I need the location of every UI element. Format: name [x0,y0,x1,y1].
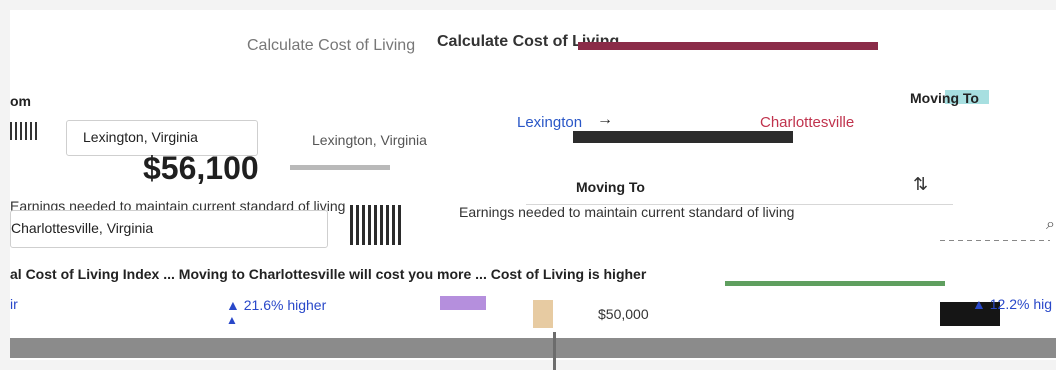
moving-from-label: om [10,93,31,109]
earnings-note-center: Earnings needed to maintain current stan… [459,204,795,220]
tan-fragment [533,300,553,328]
blue-left-fragment: ir [10,296,18,312]
dashed-divider [940,240,1050,241]
title-underline [578,42,878,50]
route-arrow-icon: → [597,111,613,128]
moving-to-value: Charlottesville, Virginia [11,220,154,236]
moving-from-value: Lexington, Virginia [83,129,198,145]
page-title-ghost: Calculate Cost of Living [247,37,416,54]
route-origin-link[interactable]: Lexington [517,114,582,131]
moving-to-label: Moving To [576,179,645,195]
percent-difference-right: ▲ 12.2% hig [972,296,1053,312]
search-icon[interactable]: ⌕ [1046,216,1055,234]
purple-fragment [440,296,486,310]
bottom-bar [10,338,1056,358]
moving-to-tab[interactable]: Moving To [910,90,979,106]
bottom-divider [553,332,556,370]
stats-underline [725,281,945,286]
small-salary-value: $50,000 [598,306,649,322]
required-salary: $56,100 [143,150,259,186]
percent-difference-left: ▲ 21.6% higher [226,297,327,313]
swap-vertical-icon[interactable]: ⇅ [913,174,928,195]
moving-from-ghost-value: Lexington, Virginia [312,132,427,148]
route-progress-strip [573,131,793,143]
percent-difference-left-secondary: ▲ [226,313,238,327]
moving-to-input[interactable]: Charlottesville, Virginia [10,210,328,248]
salary-ghost-bar [290,165,390,170]
cost-comparison-row: al Cost of Living Index ... Moving to Ch… [10,266,647,282]
barcode-fragment [350,205,404,245]
from-field-fragment [10,122,38,140]
overlay-block [225,88,309,100]
route-destination-link[interactable]: Charlottesville [760,114,854,131]
